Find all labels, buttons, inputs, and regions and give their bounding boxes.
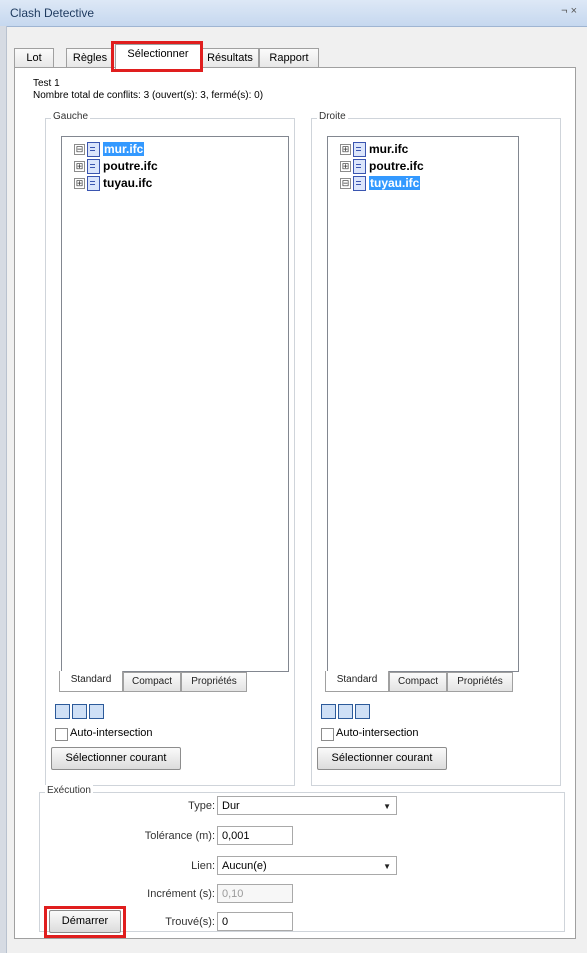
collapse-icon[interactable]: ⊟ bbox=[74, 144, 85, 156]
tree-item-label: tuyau.ifc bbox=[369, 176, 421, 190]
window-controls[interactable]: ¬ × bbox=[561, 5, 577, 17]
tree-item[interactable]: ⊞ tuyau.ifc bbox=[74, 176, 152, 192]
select-all-icon[interactable] bbox=[321, 704, 336, 719]
type-label: Type: bbox=[188, 800, 215, 812]
expand-icon[interactable]: ⊞ bbox=[340, 161, 351, 173]
window-titlebar: Clash Detective ¬ × bbox=[0, 0, 587, 27]
tab-compact[interactable]: Compact bbox=[389, 672, 447, 692]
right-auto-intersection-checkbox[interactable] bbox=[321, 728, 334, 741]
add-selection-icon[interactable] bbox=[89, 704, 104, 719]
right-selection-tree[interactable]: ⊞ mur.ifc ⊞ poutre.ifc ⊟ tuyau.ifc bbox=[327, 136, 519, 672]
tab-standard[interactable]: Standard bbox=[59, 671, 123, 692]
file-icon bbox=[87, 159, 100, 175]
deselect-icon[interactable] bbox=[338, 704, 353, 719]
tab-proprietes[interactable]: Propriétés bbox=[447, 672, 513, 692]
link-label: Lien: bbox=[191, 860, 215, 872]
left-auto-intersection-label: Auto-intersection bbox=[70, 727, 153, 739]
selection-tab-panel: Test 1 Nombre total de conflits: 3 (ouve… bbox=[14, 67, 576, 939]
tab-standard[interactable]: Standard bbox=[325, 671, 389, 692]
left-selection-tree[interactable]: ⊟ mur.ifc ⊞ poutre.ifc ⊞ tuyau.ifc bbox=[61, 136, 289, 672]
file-icon bbox=[353, 142, 366, 158]
tolerance-label: Tolérance (m): bbox=[144, 830, 215, 842]
tree-item-label: mur.ifc bbox=[369, 142, 409, 156]
select-all-icon[interactable] bbox=[55, 704, 70, 719]
left-auto-intersection-checkbox[interactable] bbox=[55, 728, 68, 741]
right-auto-intersection-label: Auto-intersection bbox=[336, 727, 419, 739]
execution-label: Exécution bbox=[45, 785, 93, 796]
tree-item-label: tuyau.ifc bbox=[103, 176, 153, 190]
chevron-down-icon: ▼ bbox=[383, 802, 391, 811]
tree-item[interactable]: ⊟ mur.ifc bbox=[74, 142, 145, 158]
collapse-icon[interactable]: ⊟ bbox=[340, 178, 351, 190]
tree-item-label: poutre.ifc bbox=[369, 159, 424, 173]
tree-item[interactable]: ⊞ poutre.ifc bbox=[74, 159, 158, 175]
deselect-icon[interactable] bbox=[72, 704, 87, 719]
tab-selectionner[interactable]: Sélectionner bbox=[115, 44, 201, 69]
expand-icon[interactable]: ⊞ bbox=[74, 161, 85, 173]
tree-item[interactable]: ⊞ poutre.ifc bbox=[340, 159, 424, 175]
left-group-label: Gauche bbox=[51, 111, 91, 122]
tab-resultats[interactable]: Résultats bbox=[201, 48, 259, 68]
tab-rapport[interactable]: Rapport bbox=[259, 48, 319, 68]
tab-proprietes[interactable]: Propriétés bbox=[181, 672, 247, 692]
test-name: Test 1 bbox=[33, 78, 60, 89]
chevron-down-icon: ▼ bbox=[383, 862, 391, 871]
link-value: Aucun(e) bbox=[222, 860, 267, 872]
expand-icon[interactable]: ⊞ bbox=[74, 178, 85, 190]
panel-left-edge bbox=[0, 26, 7, 953]
link-select[interactable]: Aucun(e) ▼ bbox=[217, 856, 397, 875]
conflict-summary: Nombre total de conflits: 3 (ouvert(s): … bbox=[33, 90, 264, 101]
tolerance-input[interactable]: 0,001 bbox=[217, 826, 293, 845]
window-title: Clash Detective bbox=[10, 6, 95, 20]
add-selection-icon[interactable] bbox=[355, 704, 370, 719]
tree-item[interactable]: ⊞ mur.ifc bbox=[340, 142, 408, 158]
type-value: Dur bbox=[222, 800, 240, 812]
tab-regles[interactable]: Règles bbox=[66, 48, 114, 68]
right-group-label: Droite bbox=[317, 111, 348, 122]
right-select-current-button[interactable]: Sélectionner courant bbox=[317, 747, 447, 770]
start-button[interactable]: Démarrer bbox=[49, 910, 121, 933]
tab-lot[interactable]: Lot bbox=[14, 48, 54, 68]
left-select-current-button[interactable]: Sélectionner courant bbox=[51, 747, 181, 770]
expand-icon[interactable]: ⊞ bbox=[340, 144, 351, 156]
found-value: 0 bbox=[217, 912, 293, 931]
file-icon bbox=[353, 159, 366, 175]
tab-compact[interactable]: Compact bbox=[123, 672, 181, 692]
file-icon bbox=[87, 142, 100, 158]
tree-item[interactable]: ⊟ tuyau.ifc bbox=[340, 176, 421, 192]
file-icon bbox=[353, 176, 366, 192]
file-icon bbox=[87, 176, 100, 192]
increment-input[interactable]: 0,10 bbox=[217, 884, 293, 903]
type-select[interactable]: Dur ▼ bbox=[217, 796, 397, 815]
increment-label: Incrément (s): bbox=[147, 888, 215, 900]
tree-item-label: poutre.ifc bbox=[103, 159, 158, 173]
tree-item-label: mur.ifc bbox=[103, 142, 145, 156]
